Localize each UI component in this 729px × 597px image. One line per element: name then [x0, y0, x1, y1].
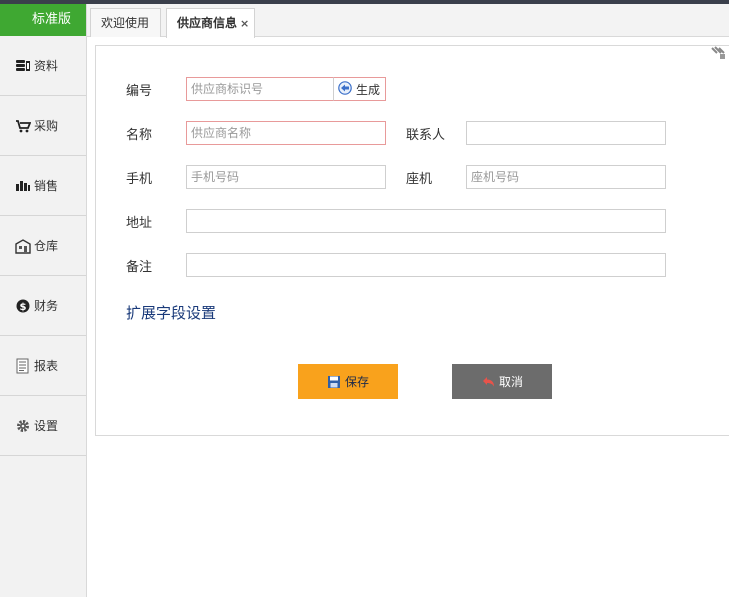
sidebar: 标准版 资料 采购 销售 仓库 $ 财务 报表 设置: [0, 4, 87, 597]
mobile-input[interactable]: [186, 165, 386, 189]
extend-fields-link[interactable]: 扩展字段设置: [126, 302, 216, 323]
code-input[interactable]: [186, 77, 334, 101]
sidebar-item-label: 采购: [34, 119, 59, 133]
generate-button[interactable]: 生成: [333, 77, 386, 101]
cart-icon: [14, 117, 31, 134]
sidebar-item-settings[interactable]: 设置: [0, 396, 86, 456]
address-label: 地址: [126, 216, 153, 231]
mobile-label: 手机: [126, 172, 153, 187]
report-icon: [14, 357, 31, 374]
edition-badge: 标准版: [0, 4, 86, 36]
phone-input[interactable]: [466, 165, 666, 189]
arrow-left-icon: [338, 80, 352, 98]
sidebar-item-finance[interactable]: $ 财务: [0, 276, 86, 336]
dollar-icon: $: [14, 297, 31, 314]
save-icon: [327, 375, 341, 389]
warehouse-icon: [14, 237, 31, 254]
cancel-label: 取消: [498, 375, 523, 389]
sidebar-item-label: 报表: [34, 359, 59, 373]
name-input[interactable]: [186, 121, 386, 145]
remark-input[interactable]: [186, 253, 666, 277]
save-button[interactable]: 保存: [298, 364, 398, 399]
code-label: 编号: [126, 84, 153, 99]
close-icon[interactable]: ×: [240, 17, 249, 30]
sidebar-item-label: 资料: [34, 59, 59, 73]
svg-text:$: $: [19, 302, 26, 313]
sidebar-item-data[interactable]: 资料: [0, 36, 86, 96]
sidebar-item-label: 仓库: [34, 239, 59, 253]
tab-label: 欢迎使用: [101, 16, 150, 30]
phone-label: 座机: [406, 172, 433, 187]
name-label: 名称: [126, 128, 153, 143]
sidebar-item-warehouse[interactable]: 仓库: [0, 216, 86, 276]
sales-icon: [14, 177, 31, 194]
resize-icon[interactable]: [710, 46, 726, 62]
undo-icon: [481, 375, 495, 389]
save-label: 保存: [344, 375, 369, 389]
contact-label: 联系人: [406, 128, 446, 143]
contact-input[interactable]: [466, 121, 666, 145]
address-input[interactable]: [186, 209, 666, 233]
tab-welcome[interactable]: 欢迎使用: [90, 8, 161, 37]
sidebar-item-label: 销售: [34, 179, 59, 193]
supplier-form-panel: 编号 生成 名称 联系人 手机 座机 地址 备注 扩展字段设置 保存 取消: [95, 45, 729, 436]
sidebar-item-purchase[interactable]: 采购: [0, 96, 86, 156]
database-icon: [14, 57, 31, 74]
tab-bar: 欢迎使用 供应商信息 ×: [87, 4, 729, 38]
generate-label: 生成: [356, 82, 381, 97]
tab-label: 供应商信息: [177, 16, 238, 30]
cancel-button[interactable]: 取消: [452, 364, 552, 399]
sidebar-item-report[interactable]: 报表: [0, 336, 86, 396]
remark-label: 备注: [126, 260, 153, 275]
sidebar-item-label: 设置: [34, 419, 59, 433]
tab-supplier-info[interactable]: 供应商信息 ×: [166, 8, 255, 38]
gear-icon: [14, 417, 31, 434]
sidebar-item-sales[interactable]: 销售: [0, 156, 86, 216]
sidebar-item-label: 财务: [34, 299, 59, 313]
